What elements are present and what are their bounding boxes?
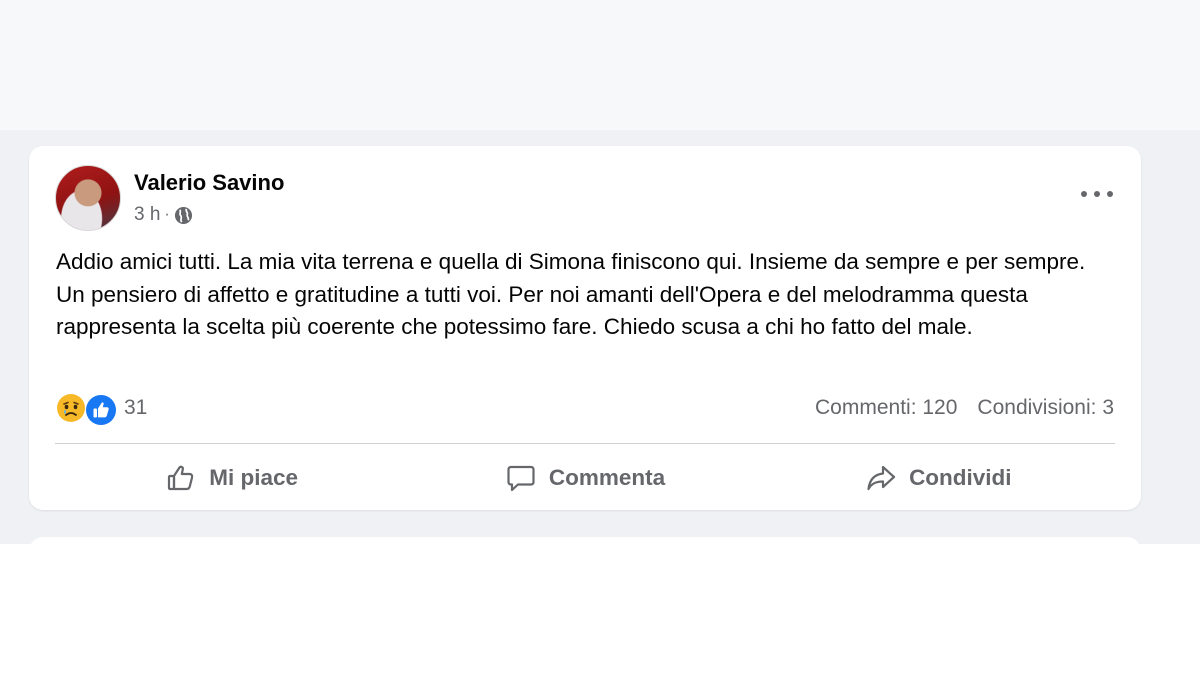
share-arrow-icon: [867, 465, 896, 491]
reactions-summary[interactable]: 31: [56, 393, 148, 425]
author-avatar[interactable]: [55, 165, 121, 231]
globe-icon: [174, 206, 193, 225]
thumbs-up-icon: [168, 465, 194, 491]
post-meta: 3 h ·: [134, 204, 193, 226]
post-card: Valerio Savino 3 h · Addio amici tutti. …: [29, 146, 1141, 510]
next-post-card: [29, 537, 1141, 577]
post-stats: Commenti: 120 Condivisioni: 3: [815, 396, 1114, 420]
reaction-count: 31: [124, 396, 148, 419]
author-name[interactable]: Valerio Savino: [134, 170, 284, 196]
share-button[interactable]: Condividi: [762, 456, 1115, 500]
comment-button-label: Commenta: [548, 465, 666, 490]
shares-count[interactable]: Condivisioni: 3: [977, 396, 1114, 420]
top-bar-area: [0, 0, 1200, 130]
share-button-label: Condividi: [909, 465, 1012, 490]
post-actions: Mi piace Commenta Condividi: [55, 456, 1115, 500]
post-time[interactable]: 3 h: [134, 204, 160, 226]
post-text: Addio amici tutti. La mia vita terrena e…: [56, 249, 1086, 339]
like-button-label: Mi piace: [209, 465, 299, 490]
like-button[interactable]: Mi piace: [55, 456, 408, 500]
comment-button[interactable]: Commenta: [408, 456, 761, 500]
like-reaction-icon: [84, 393, 116, 425]
actions-divider: [55, 443, 1115, 444]
comment-icon: [507, 465, 535, 492]
meta-separator: ·: [164, 206, 170, 223]
sad-reaction-icon: [56, 393, 86, 423]
more-options-icon[interactable]: [1081, 182, 1113, 206]
comments-count[interactable]: Commenti: 120: [815, 396, 957, 420]
